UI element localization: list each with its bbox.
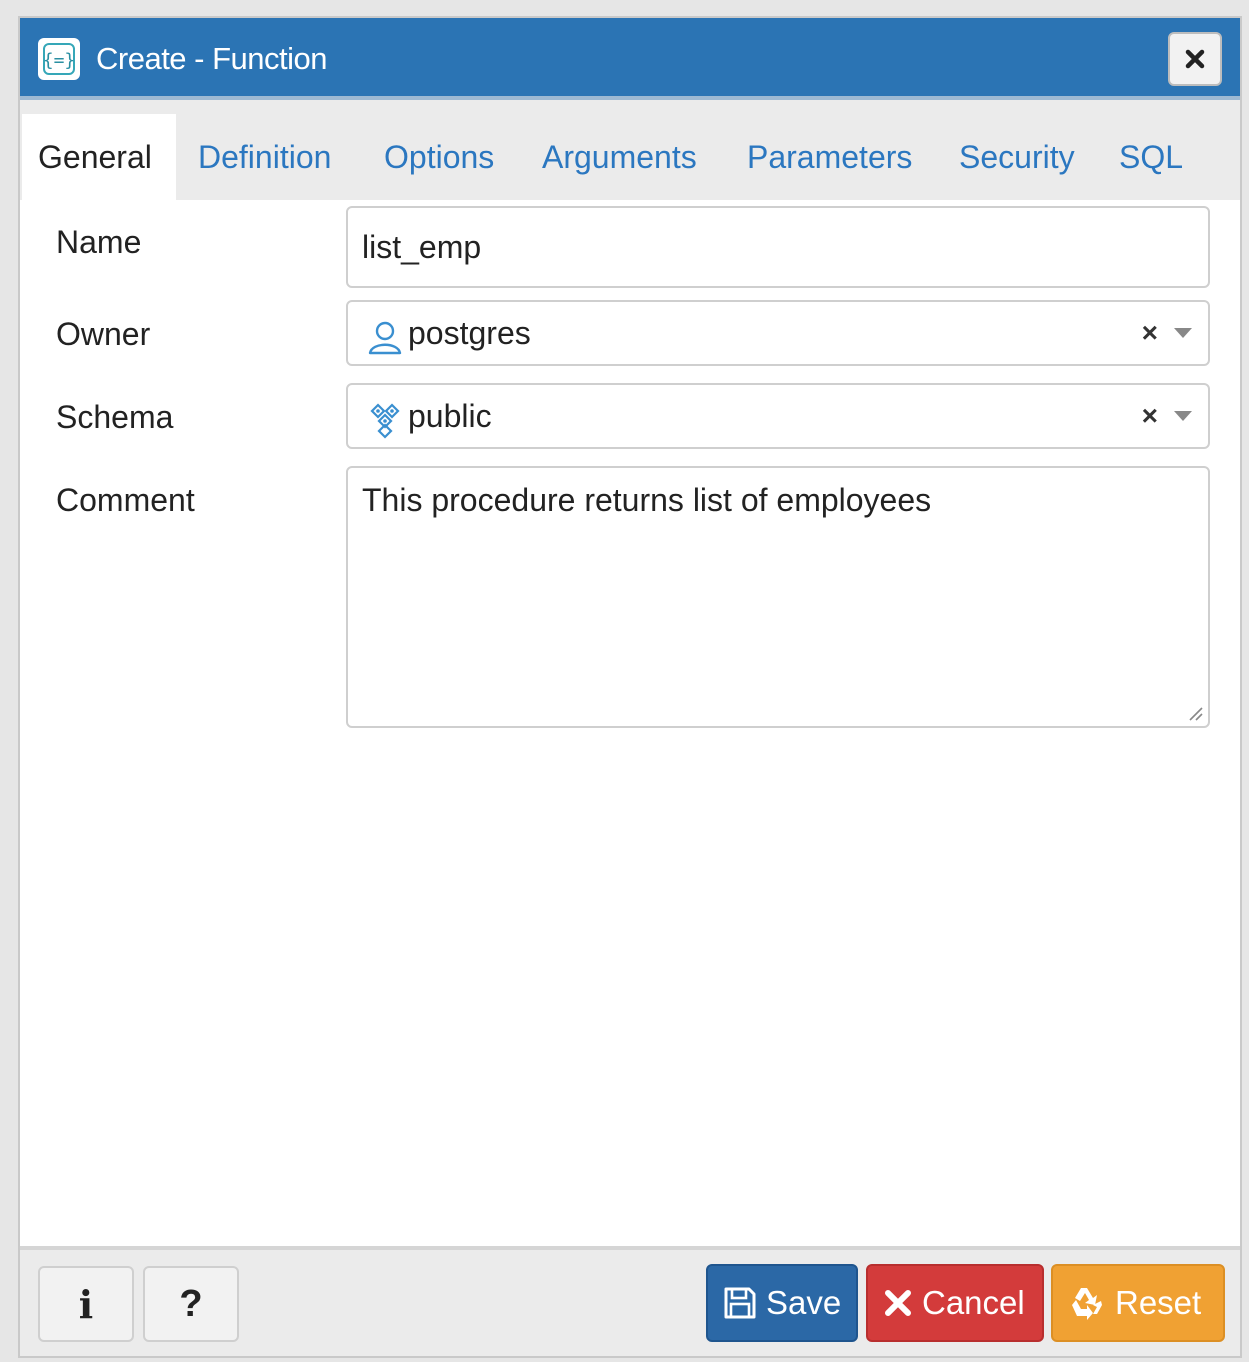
info-button[interactable]: i [38, 1266, 134, 1342]
tab-options[interactable]: Options [368, 114, 510, 200]
owner-select[interactable]: postgres × [346, 300, 1210, 366]
dialog-titlebar[interactable]: {=} Create - Function [20, 18, 1240, 100]
comment-value: This procedure returns list of employees [362, 482, 932, 518]
resize-grip-icon[interactable] [1186, 704, 1204, 722]
tab-sql[interactable]: SQL [1103, 114, 1199, 200]
function-icon: {=} [38, 38, 80, 80]
comment-textarea[interactable]: This procedure returns list of employees [346, 466, 1210, 728]
close-icon [1185, 49, 1205, 69]
owner-clear-button[interactable]: × [1142, 302, 1158, 364]
user-icon [368, 321, 402, 355]
tab-definition[interactable]: Definition [182, 114, 347, 200]
schema-value: public [408, 398, 492, 434]
comment-label: Comment [56, 482, 195, 518]
schema-clear-button[interactable]: × [1142, 385, 1158, 447]
name-field[interactable]: list_emp [346, 206, 1210, 288]
owner-value: postgres [408, 315, 531, 351]
create-function-dialog: {=} Create - Function General Definition… [18, 16, 1242, 1358]
close-button[interactable] [1168, 32, 1222, 86]
chevron-down-icon[interactable] [1174, 411, 1192, 421]
tab-bar: General Definition Options Arguments Par… [20, 100, 1240, 200]
schema-select[interactable]: public × [346, 383, 1210, 449]
cancel-button[interactable]: Cancel [866, 1264, 1044, 1342]
name-value: list_emp [362, 229, 482, 265]
save-button[interactable]: Save [706, 1264, 858, 1342]
recycle-icon [1072, 1288, 1102, 1320]
save-icon [724, 1287, 756, 1319]
reset-button[interactable]: Reset [1051, 1264, 1225, 1342]
name-label: Name [56, 224, 142, 260]
dialog-footer: i ? Save Cancel Reset [20, 1246, 1240, 1356]
tab-arguments[interactable]: Arguments [526, 114, 713, 200]
cancel-label: Cancel [922, 1284, 1025, 1321]
help-button[interactable]: ? [143, 1266, 239, 1342]
reset-label: Reset [1115, 1284, 1202, 1321]
cancel-icon [885, 1290, 911, 1316]
svg-text:{=}: {=} [43, 50, 75, 71]
owner-label: Owner [56, 316, 151, 352]
save-label: Save [766, 1284, 842, 1321]
chevron-down-icon[interactable] [1174, 328, 1192, 338]
dialog-title: Create - Function [96, 41, 328, 76]
tab-parameters[interactable]: Parameters [731, 114, 928, 200]
schema-label: Schema [56, 399, 174, 435]
schema-icon [370, 403, 400, 439]
tab-general[interactable]: General [22, 114, 176, 200]
tab-security[interactable]: Security [943, 114, 1091, 200]
